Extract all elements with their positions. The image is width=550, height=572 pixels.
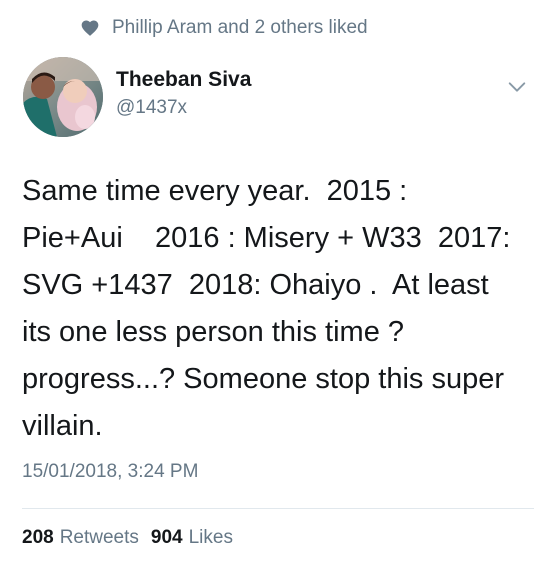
tweet-text-line: Pie+Aui 2016 : Misery + W33 2017: [22, 222, 511, 254]
author-display-name[interactable]: Theeban Siva [116, 66, 251, 94]
likes-count: 904 [150, 527, 183, 548]
tweet-card: Phillip Aram and 2 others liked Theeban … [0, 0, 550, 572]
chevron-down-icon[interactable] [506, 76, 528, 98]
heart-icon [81, 20, 99, 36]
tweet-text-line: Same time every year. 2015 : [22, 175, 408, 207]
tweet-timestamp[interactable]: 15/01/2018, 3:24 PM [22, 461, 198, 483]
social-context[interactable]: Phillip Aram and 2 others liked [80, 14, 368, 42]
divider [22, 508, 534, 509]
author-handle[interactable]: @1437x [116, 95, 251, 121]
tweet-text: Same time every year. 2015 : Pie+Aui 201… [22, 168, 537, 450]
likes-stat[interactable]: 904 Likes [151, 527, 233, 549]
tweet-text-line: its one less person this time ? [22, 316, 405, 348]
retweets-stat[interactable]: 208 Retweets [22, 527, 139, 549]
social-context-text: Phillip Aram and 2 others liked [112, 17, 368, 38]
retweets-label: Retweets [59, 527, 139, 548]
tweet-text-line: SVG +1437 2018: Ohaiyo . At least [22, 269, 489, 301]
author-info[interactable]: Theeban Siva @1437x [116, 66, 251, 121]
avatar-photo [23, 57, 103, 137]
likes-label: Likes [188, 527, 233, 548]
tweet-stats: 208 Retweets 904 Likes [22, 527, 245, 549]
retweets-count: 208 [22, 527, 54, 548]
avatar[interactable] [23, 57, 103, 137]
tweet-text-line: progress...? Someone stop this super [22, 363, 504, 395]
tweet-text-line: villain. [22, 410, 103, 442]
